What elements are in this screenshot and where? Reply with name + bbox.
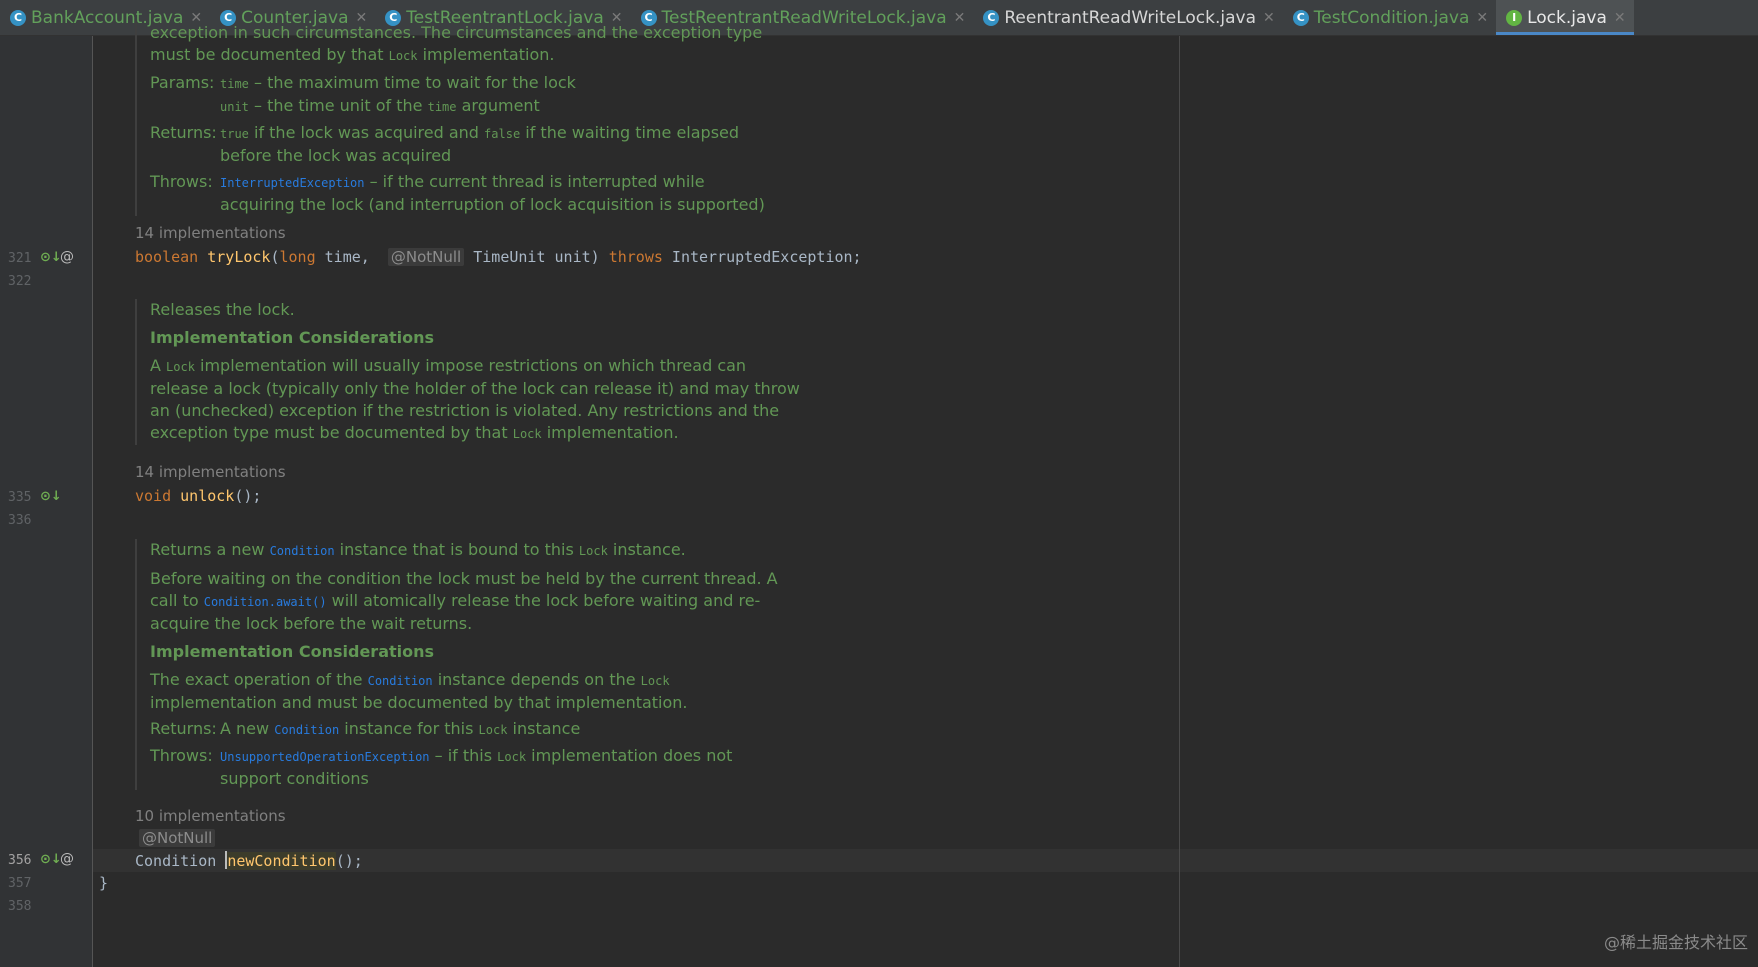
watermark: @稀土掘金技术社区	[1603, 933, 1748, 952]
condition-link[interactable]: Condition	[368, 674, 433, 688]
implementations-hint[interactable]: 14 implementations	[135, 463, 286, 481]
doc-heading: Implementation Considerations	[150, 328, 435, 347]
doc-text: exception type must be documented by tha…	[150, 423, 679, 442]
code-line-newcondition[interactable]: Condition newCondition();	[135, 851, 363, 870]
line-number: 322	[8, 274, 32, 289]
throws-tag: Throws: InterruptedException – if the cu…	[150, 172, 765, 214]
javadoc-trylock: exception in such circumstances. The cir…	[135, 22, 850, 216]
line-number: 321	[8, 251, 32, 266]
doc-text: an (unchecked) exception if the restrict…	[150, 401, 780, 420]
line-number: 356	[8, 853, 32, 868]
close-icon[interactable]: ✕	[954, 10, 966, 26]
doc-text: must be documented by that Lock implemen…	[150, 45, 555, 64]
javadoc-newcondition: Returns a new Condition instance that is…	[135, 539, 850, 790]
class-icon: C	[1292, 9, 1309, 26]
implementations-hint[interactable]: 10 implementations	[135, 807, 286, 825]
line-number: 358	[8, 899, 32, 914]
code-line-unlock[interactable]: void unlock();	[135, 487, 261, 505]
close-icon[interactable]: ✕	[1476, 10, 1488, 26]
doc-text: call to Condition.await() will atomicall…	[150, 591, 761, 610]
close-icon[interactable]: ✕	[1614, 10, 1626, 26]
class-icon: C	[983, 9, 1000, 26]
tab-label: Lock.java	[1527, 7, 1607, 28]
interruptedexception-link[interactable]: InterruptedException	[220, 176, 365, 190]
interface-icon: I	[1506, 9, 1523, 26]
doc-text: The exact operation of the Condition ins…	[150, 670, 670, 689]
doc-text: acquire the lock before the wait returns…	[150, 614, 473, 633]
doc-heading: Implementation Considerations	[150, 642, 435, 661]
line-number: 336	[8, 513, 32, 528]
doc-text: exception in such circumstances. The cir…	[150, 23, 763, 42]
implemented-down-arrow-icon[interactable]: ⊙↓	[40, 852, 62, 867]
line-number-gutter[interactable]: 321 ⊙↓ @ 322 335 ⊙↓ 336 356 ⊙↓ @ 357 358	[0, 36, 93, 967]
doc-text: Before waiting on the condition the lock…	[150, 569, 778, 588]
right-margin-guide	[1179, 36, 1180, 967]
tab-reentrantreadwritelock[interactable]: C ReentrantReadWriteLock.java ✕	[973, 0, 1282, 35]
class-icon: C	[10, 9, 26, 26]
annotation-at-icon[interactable]: @	[60, 851, 74, 867]
annotation-at-icon[interactable]: @	[60, 249, 74, 265]
condition-await-link[interactable]: Condition.await()	[204, 595, 327, 609]
params-tag: Params: time – the maximum time to wait …	[150, 73, 576, 115]
tab-testcondition[interactable]: C TestCondition.java ✕	[1283, 0, 1496, 35]
throws-tag: Throws: UnsupportedOperationException – …	[150, 746, 733, 788]
tab-lock[interactable]: I Lock.java ✕	[1496, 0, 1634, 35]
javadoc-unlock: Releases the lock. Implementation Consid…	[135, 299, 850, 445]
line-number: 335	[8, 490, 32, 505]
line-number: 357	[8, 876, 32, 891]
tab-label: TestCondition.java	[1313, 7, 1470, 28]
notnull-inlay-hint: @NotNull	[387, 248, 465, 266]
doc-text: release a lock (typically only the holde…	[150, 379, 800, 398]
condition-link[interactable]: Condition	[270, 544, 335, 558]
notnull-annotation-hint: @NotNull	[139, 829, 216, 847]
unsupportedoperationexception-link[interactable]: UnsupportedOperationException	[220, 750, 430, 764]
returns-tag: Returns: true if the lock was acquired a…	[150, 123, 740, 165]
doc-text: A Lock implementation will usually impos…	[150, 356, 747, 375]
doc-text: implementation and must be documented by…	[150, 693, 688, 712]
closing-brace: }	[99, 874, 109, 892]
condition-link[interactable]: Condition	[274, 723, 339, 737]
tab-label: ReentrantReadWriteLock.java	[1004, 7, 1257, 28]
doc-summary: Releases the lock.	[150, 300, 295, 319]
doc-summary: Returns a new Condition instance that is…	[150, 540, 686, 559]
code-line-trylock[interactable]: boolean tryLock(long time, @NotNull Time…	[135, 248, 862, 266]
implementations-hint[interactable]: 14 implementations	[135, 224, 286, 242]
implemented-down-arrow-icon[interactable]: ⊙↓	[40, 489, 62, 504]
close-icon[interactable]: ✕	[1263, 10, 1275, 26]
returns-tag: Returns: A new Condition instance for th…	[150, 719, 581, 738]
implemented-down-arrow-icon[interactable]: ⊙↓	[40, 250, 62, 265]
